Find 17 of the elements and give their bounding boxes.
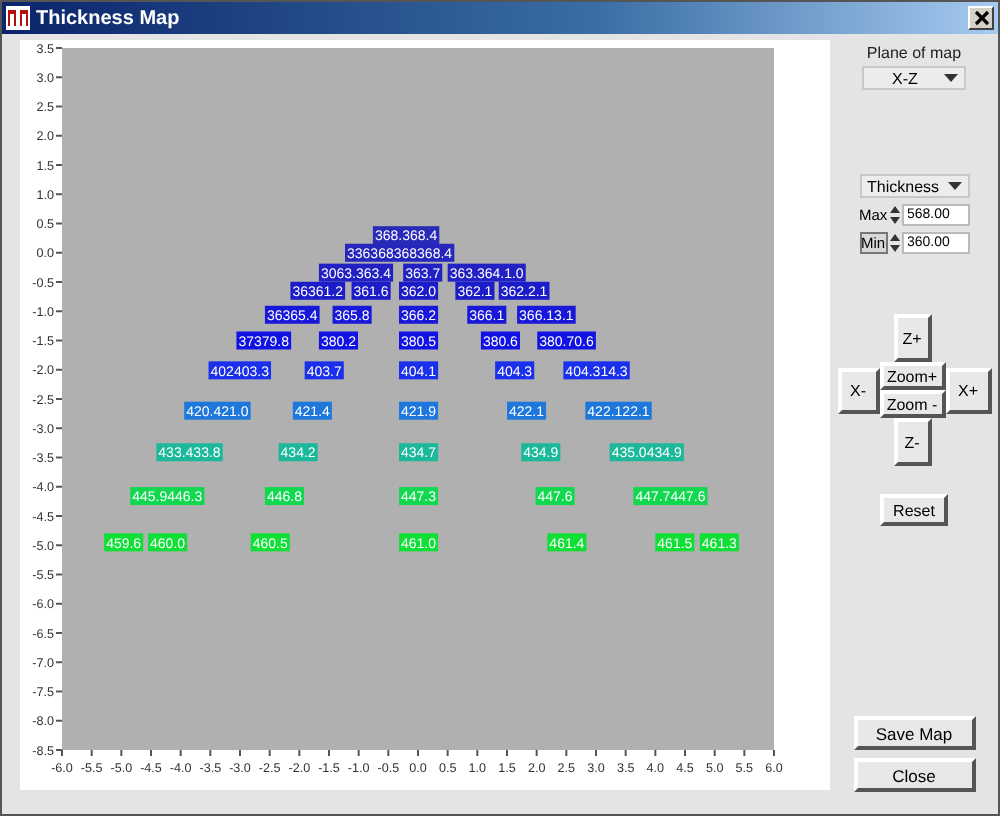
- plane-label: Plane of map: [866, 44, 962, 62]
- dropdown-arrow-icon: [944, 74, 958, 82]
- close-icon[interactable]: [968, 6, 994, 30]
- navigation-button[interactable]: Z-: [893, 418, 931, 466]
- navigation-button[interactable]: X-: [837, 367, 879, 413]
- plane-dropdown[interactable]: X-Z: [862, 66, 966, 90]
- quantity-dropdown[interactable]: Thickness: [859, 174, 969, 198]
- app-icon: [6, 6, 30, 30]
- navigation-button[interactable]: Z+: [893, 314, 931, 362]
- window-title: Thickness Map: [36, 7, 182, 29]
- navigation-button[interactable]: Zoom -: [879, 390, 945, 418]
- dropdown-arrow-icon: [947, 182, 961, 190]
- reset-button[interactable]: Reset: [880, 494, 948, 526]
- close-button[interactable]: Close: [853, 758, 975, 792]
- navigation-button[interactable]: X+: [945, 367, 991, 413]
- save-map-button[interactable]: Save Map: [853, 716, 975, 750]
- navigation-button[interactable]: Zoom+: [879, 362, 945, 390]
